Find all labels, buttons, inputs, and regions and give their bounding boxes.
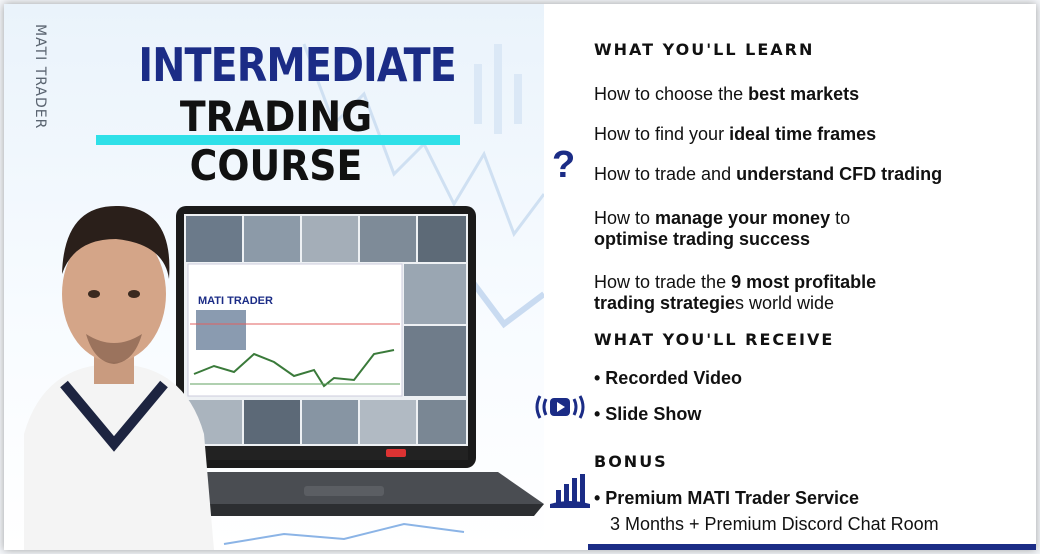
footer-accent-bar bbox=[588, 544, 1036, 550]
bonus-subline: 3 Months + Premium Discord Chat Room bbox=[610, 514, 939, 534]
receive-item-video: • Recorded Video bbox=[594, 368, 743, 388]
learn-item-4: How to manage your money to optimise tra… bbox=[594, 208, 851, 249]
receive-heading: WHAT YOU'LL RECEIVE bbox=[594, 330, 835, 349]
learn-item-1: How to choose the best markets bbox=[594, 84, 860, 104]
course-details: WHAT YOU'LL LEARN How to choose the best… bbox=[535, 4, 1036, 550]
receive-item-slides: • Slide Show bbox=[594, 404, 702, 424]
video-play-icon bbox=[535, 395, 585, 419]
bar-chart-icon bbox=[550, 474, 590, 508]
promo-panel: MATI TRADER INTERMEDIATE TRADING COURSE … bbox=[4, 4, 544, 550]
learn-item-2: How to find your ideal time frames bbox=[594, 124, 877, 144]
instructor-portrait bbox=[24, 205, 214, 550]
bonus-item: • Premium MATI Trader Service bbox=[594, 488, 860, 508]
question-mark-icon: ? bbox=[552, 144, 576, 186]
bonus-heading: BONUS bbox=[594, 452, 668, 471]
vertical-brand: MATI TRADER bbox=[32, 24, 48, 130]
title-line-3: COURSE bbox=[189, 141, 363, 190]
learn-item-5: How to trade the 9 most profitable tradi… bbox=[594, 272, 877, 313]
learn-item-3: How to trade and understand CFD trading bbox=[594, 164, 943, 184]
title-line-1: INTERMEDIATE bbox=[138, 38, 456, 92]
title-line-2: TRADING bbox=[179, 92, 373, 141]
learn-heading: WHAT YOU'LL LEARN bbox=[594, 40, 815, 59]
course-banner: MATI TRADER INTERMEDIATE TRADING COURSE … bbox=[4, 4, 1036, 550]
